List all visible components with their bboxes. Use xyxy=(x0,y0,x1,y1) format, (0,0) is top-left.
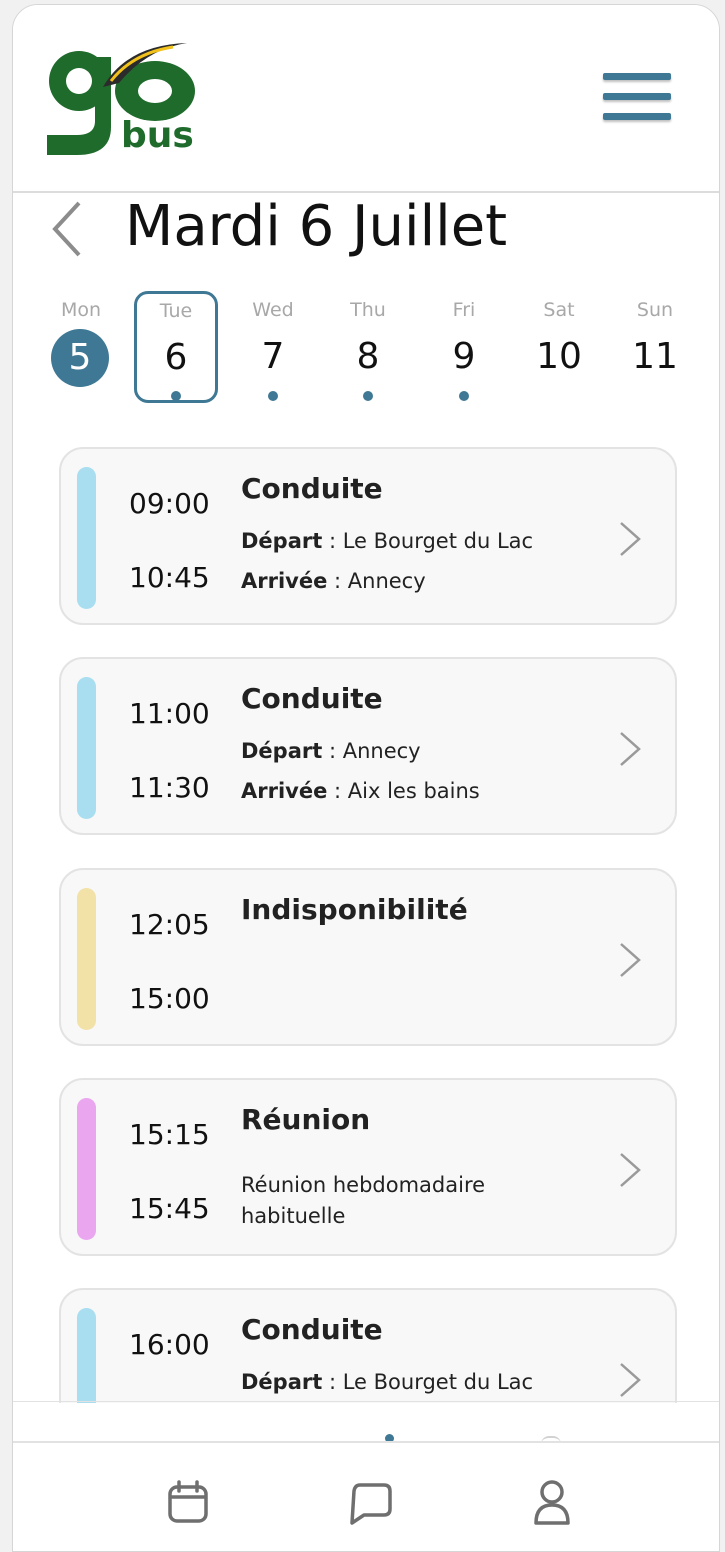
day-name: Wed xyxy=(252,299,294,321)
event-type-bar xyxy=(77,1308,96,1403)
event-type-bar xyxy=(77,467,96,609)
arrival-label: Arrivée xyxy=(241,569,328,593)
arrival-label: Arrivée xyxy=(241,779,328,803)
departure-label: Départ xyxy=(241,1370,323,1394)
event-start-time: 15:15 xyxy=(129,1118,210,1151)
user-icon[interactable] xyxy=(522,1473,582,1533)
app-screen: bus Mardi 6 Juillet Mon 5 Tue 6 Wed 7 Thu 8 Fri 9… xyxy=(12,4,720,1552)
menu-line-icon xyxy=(603,93,671,100)
arrival-value: Annecy xyxy=(347,569,426,593)
day-number: 11 xyxy=(632,336,678,377)
day-name: Sun xyxy=(636,299,674,321)
day-number: 8 xyxy=(356,336,380,377)
event-title: Conduite xyxy=(241,1313,383,1346)
day-number: 10 xyxy=(536,336,582,377)
event-arrival: Arrivée : Annecy xyxy=(241,569,426,593)
day-wed[interactable]: Wed 7 xyxy=(231,291,315,403)
chevron-right-icon[interactable] xyxy=(617,1360,643,1400)
arrival-value: Aix les bains xyxy=(347,779,480,803)
departure-value: Le Bourget du Lac xyxy=(342,1370,534,1394)
departure-value: Annecy xyxy=(342,739,421,763)
chevron-right-icon[interactable] xyxy=(617,729,643,769)
chevron-right-icon[interactable] xyxy=(617,1150,643,1190)
event-dot xyxy=(171,391,181,401)
departure-value: Le Bourget du Lac xyxy=(342,529,534,553)
back-chevron-icon[interactable] xyxy=(49,197,89,261)
app-header: bus xyxy=(13,5,719,193)
menu-line-icon xyxy=(603,113,671,120)
hamburger-menu-button[interactable] xyxy=(603,71,673,127)
day-name: Thu xyxy=(350,299,386,321)
event-description: Réunion hebdomadaire habituelle xyxy=(241,1173,486,1228)
day-fri[interactable]: Fri 9 xyxy=(422,291,506,403)
day-number: 6 xyxy=(164,337,188,378)
event-dot xyxy=(459,391,469,401)
day-number: 5 xyxy=(51,329,109,387)
event-title: Indisponibilité xyxy=(241,893,468,926)
event-departure: Départ : Le Bourget du Lac xyxy=(241,529,534,553)
list-divider xyxy=(13,1401,719,1402)
day-name: Tue xyxy=(159,300,193,322)
event-card[interactable]: 12:05 15:00 Indisponibilité xyxy=(59,868,677,1046)
event-departure: Départ : Le Bourget du Lac xyxy=(241,1370,534,1394)
event-type-bar xyxy=(77,1098,96,1240)
event-title: Réunion xyxy=(241,1103,371,1136)
departure-label: Départ xyxy=(241,529,323,553)
calendar-icon[interactable] xyxy=(158,1473,218,1533)
event-start-time: 12:05 xyxy=(129,908,210,941)
event-card[interactable]: 09:00 10:45 Conduite Départ : Le Bourget du… xyxy=(59,447,677,625)
event-end-time: 10:45 xyxy=(129,561,210,594)
day-sun[interactable]: Sun 11 xyxy=(613,291,697,403)
day-thu[interactable]: Thu 8 xyxy=(326,291,410,403)
bottom-nav xyxy=(13,1441,719,1551)
day-name: Mon xyxy=(60,299,102,321)
page-title: Mardi 6 Juillet xyxy=(125,194,508,259)
logo-bus-text: bus xyxy=(121,115,194,156)
event-start-time: 11:00 xyxy=(129,697,210,730)
event-title: Conduite xyxy=(241,472,383,505)
event-type-bar xyxy=(77,888,96,1030)
event-end-time: 15:00 xyxy=(129,982,210,1015)
menu-line-icon xyxy=(603,73,671,80)
event-start-time: 16:00 xyxy=(129,1328,210,1361)
departure-label: Départ xyxy=(241,739,323,763)
event-title: Conduite xyxy=(241,682,383,715)
event-dot xyxy=(268,391,278,401)
event-card[interactable]: 11:00 11:30 Conduite Départ : Annecy Arrivée… xyxy=(59,657,677,835)
day-sat[interactable]: Sat 10 xyxy=(517,291,601,403)
event-start-time: 09:00 xyxy=(129,487,210,520)
event-list[interactable]: 09:00 10:45 Conduite Départ : Le Bourget du… xyxy=(13,425,719,1403)
event-card[interactable]: 15:15 15:45 Réunion Réunion hebdomadaire ha… xyxy=(59,1078,677,1256)
day-name: Sat xyxy=(543,299,575,321)
day-name: Fri xyxy=(452,299,476,321)
event-end-time: 15:45 xyxy=(129,1192,210,1225)
chevron-right-icon[interactable] xyxy=(617,519,643,559)
event-end-time: 11:30 xyxy=(129,771,210,804)
event-card[interactable]: 16:00 Conduite Départ : Le Bourget du Lac xyxy=(59,1288,677,1403)
day-tue[interactable]: Tue 6 xyxy=(134,291,218,403)
event-arrival: Arrivée : Aix les bains xyxy=(241,779,480,803)
go-bus-logo: bus xyxy=(47,43,195,156)
chevron-right-icon[interactable] xyxy=(617,940,643,980)
event-dot xyxy=(363,391,373,401)
event-type-bar xyxy=(77,677,96,819)
event-departure: Départ : Annecy xyxy=(241,739,421,763)
day-number: 7 xyxy=(261,336,285,377)
day-mon[interactable]: Mon 5 xyxy=(39,291,123,403)
message-icon[interactable] xyxy=(340,1473,400,1533)
day-number: 9 xyxy=(452,336,476,377)
